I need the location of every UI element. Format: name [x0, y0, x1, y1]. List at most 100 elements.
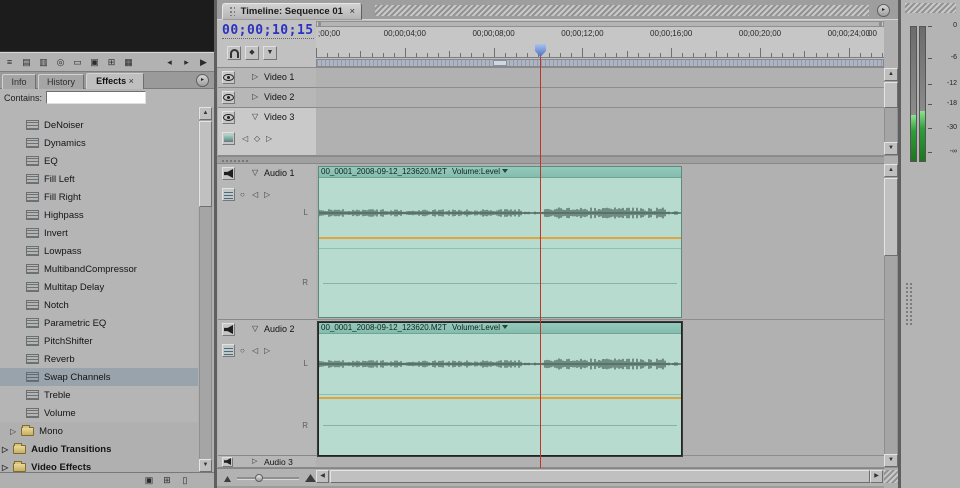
effect-item[interactable]: DeNoiser [0, 116, 198, 134]
next-keyframe-icon[interactable]: ▷ [264, 190, 270, 199]
effect-item[interactable]: Reverb [0, 350, 198, 368]
effect-item[interactable]: Dynamics [0, 134, 198, 152]
current-timecode[interactable]: 00;00;10;15 [222, 23, 314, 39]
disclosure-triangle-icon[interactable]: ▷ [10, 427, 16, 436]
keyframe-mode-icon[interactable]: ○ [240, 346, 245, 355]
scroll-down-icon[interactable]: ▼ [199, 459, 212, 472]
zoom-slider[interactable] [237, 477, 299, 480]
effect-item[interactable]: Lowpass [0, 242, 198, 260]
add-keyframe-icon[interactable]: ◇ [254, 134, 260, 143]
audio-clip-1[interactable]: 00_0001_2008-09-12_123620.M2T Volume:Lev… [318, 166, 682, 318]
work-area-center-handle[interactable] [493, 60, 507, 66]
panel-menu-icon[interactable]: ▸ [196, 74, 209, 87]
delete-icon[interactable]: ▯ [178, 474, 192, 487]
video1-track-content[interactable] [316, 108, 884, 156]
contains-input[interactable] [46, 91, 146, 104]
next-keyframe-icon[interactable]: ▷ [266, 134, 272, 143]
zoom-in-icon[interactable] [305, 474, 316, 482]
zoom-slider-handle[interactable] [255, 474, 263, 482]
effect-item[interactable]: Notch [0, 296, 198, 314]
collapse-triangle-icon[interactable]: ▽ [252, 168, 258, 177]
folder-item-mono[interactable]: ▷ Mono [0, 422, 198, 440]
previous-keyframe-icon[interactable]: ◁ [252, 190, 258, 199]
new-folder-icon[interactable]: ⊞ [160, 474, 174, 487]
set-unnumbered-marker-button[interactable]: ▼ [263, 46, 277, 60]
audio-clip-2[interactable]: 00_0001_2008-09-12_123620.M2T Volume:Lev… [318, 322, 682, 456]
effect-item[interactable]: Multitap Delay [0, 278, 198, 296]
scroll-up-icon[interactable]: ▲ [884, 164, 898, 177]
effect-item[interactable]: MultibandCompressor [0, 260, 198, 278]
icon-view-icon[interactable]: ▤ [19, 55, 34, 70]
video3-track-header[interactable]: ▷ Video 1 [218, 68, 316, 88]
tab-info[interactable]: Info [2, 74, 36, 89]
tab-timeline-sequence-01[interactable]: Timeline: Sequence 01 × [222, 3, 362, 20]
list-view-icon[interactable]: ≡ [2, 55, 17, 70]
tools-panel-grip[interactable] [905, 282, 912, 326]
work-area-bar[interactable] [316, 59, 884, 67]
video2-track-content[interactable] [316, 88, 884, 108]
audio-scrollbar-thumb[interactable] [884, 178, 898, 256]
clip-title-bar[interactable]: 00_0001_2008-09-12_123620.M2T Volume:Lev… [319, 323, 681, 334]
video3-track-content[interactable] [316, 68, 884, 88]
keyframe-mode-icon[interactable]: ○ [240, 190, 245, 199]
bin-icon[interactable]: ▭ [70, 55, 85, 70]
audio3-track-header[interactable]: ▷ Audio 3 [218, 456, 316, 468]
collapse-triangle-icon[interactable]: ▷ [252, 457, 257, 465]
effect-item[interactable]: Swap Channels [0, 368, 198, 386]
set-encore-chapter-marker-button[interactable]: ◆ [245, 46, 259, 60]
effect-item[interactable]: Parametric EQ [0, 314, 198, 332]
toggle-track-output-button[interactable] [222, 167, 235, 180]
scroll-up-icon[interactable]: ▲ [199, 107, 212, 120]
collapse-triangle-icon[interactable]: ▷ [252, 92, 258, 101]
time-ruler[interactable]: ;00;0000;00;04;0000;00;08;0000;00;12;000… [316, 27, 884, 58]
clip-title-bar[interactable]: 00_0001_2008-09-12_123620.M2T Volume:Lev… [319, 167, 681, 178]
toggle-track-output-button[interactable] [222, 111, 235, 124]
video1-track-header[interactable]: ▽ Video 3 ◁ ◇ ▷ [218, 108, 316, 156]
folder-item-audio-transitions[interactable]: ▷ Audio Transitions [0, 440, 198, 458]
scroll-left-icon[interactable]: ◀ [316, 470, 329, 483]
effect-item[interactable]: PitchShifter [0, 332, 198, 350]
clip-param-dropdown-icon[interactable] [502, 325, 508, 329]
back-icon[interactable]: ◂ [162, 55, 177, 70]
clip-param-dropdown-icon[interactable] [502, 169, 508, 173]
tab-close-icon[interactable]: × [129, 76, 134, 86]
audio3-track-content[interactable] [316, 456, 884, 468]
delete-icon[interactable]: ▦ [121, 55, 136, 70]
collapse-triangle-icon[interactable]: ▽ [252, 324, 258, 333]
audio2-track-header[interactable]: ▽ Audio 2 ○ ◁ ▷ L R [218, 320, 316, 456]
thumbnail-view-icon[interactable]: ▥ [36, 55, 51, 70]
tab-history[interactable]: History [38, 74, 84, 89]
toggle-track-output-button[interactable] [222, 71, 235, 84]
effect-item[interactable]: Volume [0, 404, 198, 422]
effect-item[interactable]: Treble [0, 386, 198, 404]
disclosure-triangle-icon[interactable]: ▷ [2, 445, 8, 454]
toggle-track-output-button[interactable] [222, 457, 233, 467]
toggle-track-output-button[interactable] [222, 323, 235, 336]
h-scrollbar-thumb[interactable] [330, 470, 870, 483]
video2-track-header[interactable]: ▷ Video 2 [218, 88, 316, 108]
effects-scrollbar-thumb[interactable] [199, 121, 212, 207]
set-display-style-button[interactable] [222, 132, 235, 145]
effect-item[interactable]: EQ [0, 152, 198, 170]
tab-close-icon[interactable]: × [350, 6, 356, 17]
video-audio-divider[interactable] [217, 156, 884, 164]
snap-toggle-button[interactable] [227, 46, 241, 60]
new-bin-icon[interactable]: ▣ [87, 55, 102, 70]
volume-rubber-band[interactable] [319, 237, 681, 239]
effect-item[interactable]: Fill Left [0, 170, 198, 188]
new-item-icon[interactable]: ⊞ [104, 55, 119, 70]
scroll-down-icon[interactable]: ▼ [884, 142, 898, 155]
find-icon[interactable]: ◎ [53, 55, 68, 70]
previous-keyframe-icon[interactable]: ◁ [242, 134, 248, 143]
new-custom-bin-icon[interactable]: ▣ [142, 474, 156, 487]
set-display-style-button[interactable] [222, 344, 235, 357]
zoom-scroll-thumb[interactable] [318, 22, 882, 26]
effect-item[interactable]: Fill Right [0, 188, 198, 206]
scroll-up-icon[interactable]: ▲ [884, 68, 898, 81]
resize-grip[interactable] [884, 470, 898, 483]
collapse-triangle-icon[interactable]: ▷ [252, 72, 258, 81]
clip-volume-param[interactable]: Volume:Level [452, 323, 500, 332]
collapse-triangle-icon[interactable]: ▽ [252, 112, 258, 121]
toggle-track-output-button[interactable] [222, 91, 235, 104]
audio1-track-header[interactable]: ▽ Audio 1 ○ ◁ ▷ L R [218, 164, 316, 320]
